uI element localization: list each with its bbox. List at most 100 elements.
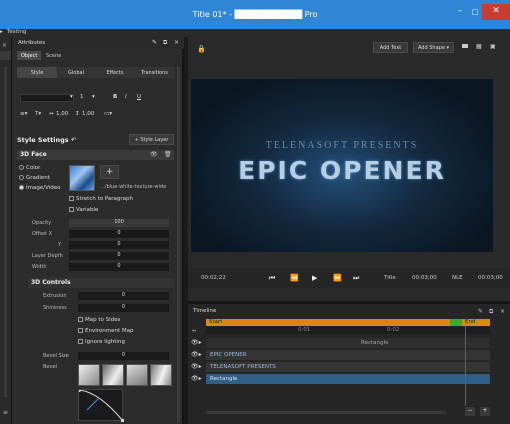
maximize-button[interactable]: □ xyxy=(468,8,482,16)
end-time: 00:03;00 xyxy=(478,275,503,281)
width-input[interactable]: 0 xyxy=(69,263,169,271)
subtab-effects[interactable]: Effects xyxy=(95,67,135,78)
menu-testing[interactable]: Testing xyxy=(7,29,26,35)
float-icon[interactable]: ⧉ xyxy=(489,308,493,316)
radio-gradient[interactable]: Gradient xyxy=(19,175,50,181)
menu-lines-icon[interactable]: ≡ xyxy=(3,409,8,416)
zoom-out-button[interactable]: − xyxy=(465,407,475,416)
stretch-checkbox[interactable]: Stretch to Paragraph xyxy=(69,196,133,202)
zoom-in-button[interactable]: + xyxy=(480,407,490,416)
attributes-title: Attributes xyxy=(18,40,46,46)
add-shape-button[interactable]: Add Shape ▾ xyxy=(413,42,454,53)
preview-main-text: EPIC OPENER xyxy=(238,156,446,185)
layer-depth-input[interactable]: 0 xyxy=(69,252,169,260)
opacity-input[interactable]: 100 xyxy=(69,219,169,227)
extrusion-label: Extrusion xyxy=(43,293,67,299)
face-section-header[interactable]: 3D Face 👁 🗑 xyxy=(17,150,174,160)
step-back-icon[interactable]: ⏪ xyxy=(290,274,299,282)
skip-start-icon[interactable]: ⏮ xyxy=(269,274,275,283)
bevel-preset[interactable] xyxy=(102,364,124,386)
leading-icon: ↕ xyxy=(75,111,80,117)
leading-value[interactable]: 1,00 xyxy=(82,111,94,117)
bevel-size-input[interactable]: 0 xyxy=(78,352,169,360)
add-style-layer-button[interactable]: + Style Layer xyxy=(129,134,174,145)
close-icon[interactable]: × xyxy=(174,39,179,46)
ignore-lighting-checkbox[interactable]: Ignore lighting xyxy=(78,339,125,345)
close-panel-icon[interactable]: × xyxy=(2,42,7,49)
bold-button[interactable]: B xyxy=(113,94,117,100)
visibility-icon[interactable]: 👁 xyxy=(150,151,158,158)
attributes-panel: Attributes ✎ ⧉ × Object Scene Style Glob… xyxy=(12,37,184,424)
end-marker[interactable]: End xyxy=(462,319,490,326)
radio-image-video[interactable]: Image/Video xyxy=(19,185,61,191)
shininess-input[interactable]: 0 xyxy=(78,304,169,312)
add-texture-button[interactable]: + xyxy=(100,165,119,179)
link-icon[interactable]: ⇔ xyxy=(192,328,196,334)
visibility-icon[interactable]: 👁▸ xyxy=(191,339,202,346)
visibility-icon[interactable]: 👁▸ xyxy=(191,363,202,370)
close-button[interactable]: ✕ xyxy=(482,4,510,20)
add-text-button[interactable]: Add Text xyxy=(373,42,408,53)
left-toolstrip: × ≡ xyxy=(0,37,12,424)
subtab-global[interactable]: Global xyxy=(57,67,95,78)
bevel-preset[interactable] xyxy=(78,364,100,386)
skip-end-icon[interactable]: ⏭ xyxy=(353,274,359,283)
toolstrip-scrollbar[interactable] xyxy=(4,67,7,397)
environment-map-checkbox[interactable]: Environment Map xyxy=(78,328,133,334)
green-marker[interactable] xyxy=(450,319,462,326)
font-size-value[interactable]: 1 xyxy=(80,94,84,100)
timeline-row[interactable]: EPIC OPENER xyxy=(206,350,490,360)
3d-controls-header[interactable]: 3D Controls xyxy=(28,278,174,288)
variable-checkbox[interactable]: Variable xyxy=(69,207,98,213)
visibility-icon[interactable]: 👁▸ xyxy=(191,375,202,382)
grid-icon[interactable]: ▦ xyxy=(476,43,482,50)
bevel-preset[interactable] xyxy=(150,364,172,386)
lock-icon[interactable]: 🔒 xyxy=(197,45,206,53)
map-to-sides-checkbox[interactable]: Map to Sides xyxy=(78,317,120,323)
timeline-row[interactable]: TELENASOFT PRESENTS xyxy=(206,362,490,372)
minimize-button[interactable]: – xyxy=(453,6,467,16)
text-case-icon[interactable]: T▾ xyxy=(35,111,41,117)
preview-canvas[interactable]: TELENASOFT PRESENTS EPIC OPENER xyxy=(191,79,493,252)
step-forward-icon[interactable]: ⏩ xyxy=(333,274,342,282)
subtab-style[interactable]: Style xyxy=(17,67,57,78)
play-icon[interactable]: ▶ xyxy=(312,274,317,282)
close-icon[interactable]: × xyxy=(500,308,505,315)
radio-color[interactable]: Color xyxy=(19,165,40,171)
extrusion-input[interactable]: 0 xyxy=(78,292,169,300)
subtab-transitions[interactable]: Transitions xyxy=(135,67,174,78)
font-family-select[interactable] xyxy=(20,94,74,102)
delete-icon[interactable]: 🗑 xyxy=(164,151,172,158)
underline-button[interactable]: U xyxy=(137,94,141,100)
pin-icon[interactable]: ✎ xyxy=(152,39,157,46)
timeline-scrollbar[interactable] xyxy=(206,411,446,414)
tool-dropdown[interactable] xyxy=(0,51,11,60)
start-marker[interactable]: Start xyxy=(206,319,450,326)
offset-y-input[interactable]: 0 xyxy=(69,241,169,249)
bevel-curve-editor[interactable] xyxy=(77,388,125,423)
tracking-value[interactable]: 1,00 xyxy=(56,111,68,117)
track-rectangle-top[interactable]: Rectangle xyxy=(206,338,490,348)
title-bar: Title 01* - ███████████ Pro – □ ✕ xyxy=(0,0,510,29)
italic-button[interactable]: I xyxy=(125,94,127,100)
timeline-ruler[interactable]: 0:01 0:02 xyxy=(206,327,490,334)
timeline-row[interactable]: Rectangle xyxy=(206,374,490,384)
tab-scene[interactable]: Scene xyxy=(42,51,65,60)
tab-object[interactable]: Object xyxy=(17,51,42,60)
texture-thumbnail[interactable] xyxy=(69,165,95,191)
start-label: Start xyxy=(209,319,223,325)
fullscreen-icon[interactable]: ▣ xyxy=(490,43,496,50)
view-toggle-icon[interactable] xyxy=(462,44,468,48)
rectangle-marker-label: Rectangle xyxy=(361,340,389,346)
offset-x-input[interactable]: 0 xyxy=(69,230,169,238)
pin-icon[interactable]: ✎ xyxy=(478,308,483,315)
float-icon[interactable]: ⧉ xyxy=(163,39,167,47)
chevron-down-icon: ▾ xyxy=(92,94,95,100)
wrap-icon[interactable]: ▭▾ xyxy=(104,111,112,117)
playhead[interactable] xyxy=(465,326,466,406)
bevel-preset[interactable] xyxy=(126,364,148,386)
tracking-icon: ↔ xyxy=(49,111,54,117)
attributes-scrollbar[interactable] xyxy=(177,67,180,422)
visibility-icon[interactable]: 👁▸ xyxy=(191,351,202,358)
align-icon[interactable]: ≡▾ xyxy=(20,111,27,117)
